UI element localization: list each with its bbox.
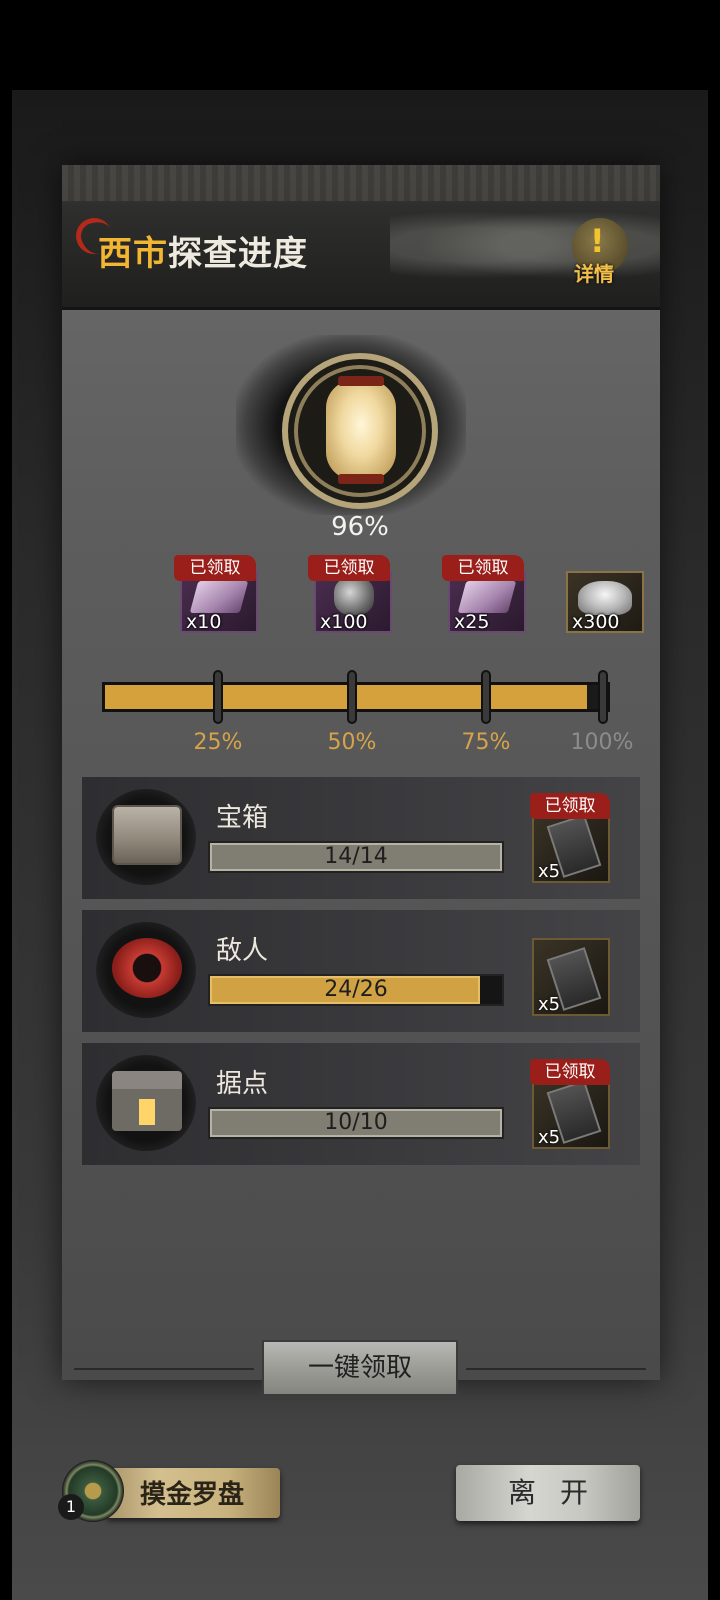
milestone-label: 100% [570,730,634,755]
task-reward[interactable]: x5 [532,926,610,1018]
task-progress-bar: 24/26 [208,974,504,1006]
divider-left [74,1368,254,1370]
milestone-tick [213,670,223,724]
task-progress-bar: 10/10 [208,1107,504,1139]
task-reward[interactable]: x5 已领取 [530,1059,610,1151]
milestone-reward-50[interactable]: x100 已领取 [308,555,392,633]
milestone-label: 75% [461,730,511,755]
milestone-tick [481,670,491,724]
reward-quantity: x10 [186,611,222,633]
reward-quantity: x100 [320,611,368,633]
overall-progress-text: 96% [331,512,389,542]
reward-quantity: x25 [454,611,490,633]
claimed-badge: 已领取 [308,555,390,581]
chest-icon [112,805,182,865]
claimed-badge: 已领取 [530,1059,610,1085]
enemy-icon [112,938,182,998]
compass-count-badge: 1 [58,1494,84,1520]
exclamation-icon: ! [590,222,605,260]
claim-all-button[interactable]: 一键领取 [262,1340,458,1396]
milestone-reward-100[interactable]: x300 [566,555,644,633]
milestone-label: 50% [327,730,377,755]
task-reward[interactable]: x5 已领取 [530,793,610,885]
task-progress-text: 24/26 [324,977,388,1002]
milestone-progress-fill [105,685,587,709]
milestone-reward-75[interactable]: x25 已领取 [442,555,526,633]
claimed-badge: 已领取 [442,555,524,581]
page-title: 西市探查进度 [98,226,308,275]
stronghold-icon [112,1071,182,1131]
task-row-stronghold: 据点 10/10 x5 已领取 [82,1043,640,1165]
task-row-enemy: 敌人 24/26 x5 [82,910,640,1032]
task-name: 敌人 [216,936,269,966]
reward-quantity: x5 [538,994,561,1015]
task-progress-text: 10/10 [324,1110,388,1135]
milestone-reward-25[interactable]: x10 已领取 [174,555,258,633]
milestone-label: 25% [193,730,243,755]
title-text: 探查进度 [168,234,308,274]
lantern-icon [326,380,396,480]
leave-button[interactable]: 离开 [456,1465,640,1521]
task-name: 宝箱 [216,803,269,833]
lantern-cap-top [338,376,384,386]
compass-button[interactable]: 1 摸金罗盘 [58,1460,284,1522]
claimed-badge: 已领取 [174,555,256,581]
divider-right [466,1368,646,1370]
header-pattern-band [62,165,660,201]
purple-ingot-icon [189,581,249,613]
details-label: 详情 [574,262,614,286]
lantern-cap-bottom [338,474,384,484]
task-progress-bar: 14/14 [208,841,504,873]
compass-label: 摸金罗盘 [140,1480,245,1510]
silver-ingot-icon [578,581,632,615]
claimed-badge: 已领取 [530,793,610,819]
reward-quantity: x5 [538,1127,561,1148]
milestone-tick [347,670,357,724]
milestone-tick [598,670,608,724]
task-name: 据点 [216,1069,269,1099]
reward-quantity: x300 [572,611,620,633]
ore-icon [334,577,374,615]
task-row-chest: 宝箱 14/14 x5 已领取 [82,777,640,899]
reward-quantity: x5 [538,861,561,882]
purple-ingot-icon [457,581,517,613]
task-progress-text: 14/14 [324,844,388,869]
title-location: 西市 [98,234,168,274]
details-button[interactable]: ! 详情 [568,218,628,286]
